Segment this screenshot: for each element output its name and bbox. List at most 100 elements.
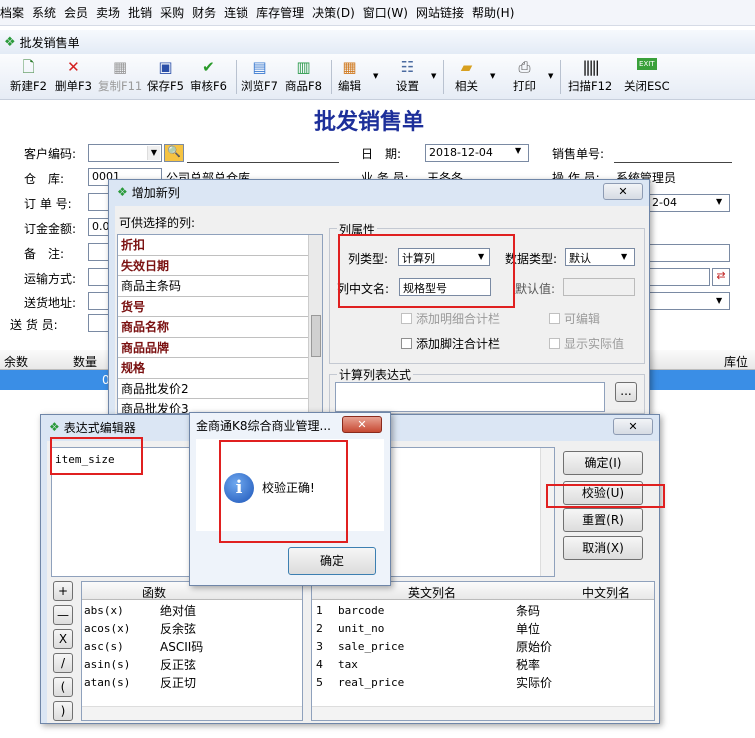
chevron-down-icon[interactable]: ▼ bbox=[716, 197, 722, 206]
chevron-down-icon[interactable]: ▼ bbox=[716, 296, 722, 305]
verify-button[interactable]: 校验(U) bbox=[563, 481, 643, 505]
add-column-title: 增加新列 bbox=[131, 185, 180, 200]
grid-col-qty[interactable]: 数量 bbox=[73, 353, 97, 370]
menu-purchase[interactable]: 采购 bbox=[160, 4, 184, 21]
print-dropdown-arrow[interactable]: ▼ bbox=[548, 72, 553, 80]
field-hscrollbar[interactable] bbox=[312, 706, 654, 720]
list-item[interactable]: 商品名称 bbox=[118, 317, 308, 338]
ok-button[interactable]: 确定(I) bbox=[563, 451, 643, 475]
chevron-down-icon[interactable]: ▼ bbox=[515, 146, 521, 155]
related-button[interactable]: ▰ 相关 bbox=[455, 58, 478, 96]
menu-help[interactable]: 帮助(H) bbox=[472, 4, 514, 21]
field-en-name: real_price bbox=[338, 676, 405, 689]
function-row[interactable]: asc(s) ASCII码 bbox=[84, 638, 284, 656]
customer-code-input[interactable]: ▼ bbox=[88, 144, 162, 162]
copy-button[interactable]: ▦ 复制F11 bbox=[98, 58, 142, 96]
function-row[interactable]: acos(x) 反余弦 bbox=[84, 620, 284, 638]
chk-editable[interactable]: 可编辑 bbox=[549, 310, 600, 327]
chevron-down-icon[interactable]: ▼ bbox=[621, 252, 627, 261]
field-cn-name: 单位 bbox=[516, 622, 541, 636]
list-item[interactable]: 失效日期 bbox=[118, 256, 308, 276]
product-button[interactable]: ▥ 商品F8 bbox=[285, 58, 322, 96]
field-en-name: barcode bbox=[338, 604, 385, 617]
field-row[interactable]: 4 tax 税率 bbox=[316, 656, 636, 674]
field-row[interactable]: 1 barcode 条码 bbox=[316, 602, 636, 620]
menu-window[interactable]: 窗口(W) bbox=[363, 4, 408, 21]
default-input[interactable] bbox=[563, 278, 635, 296]
operator-button[interactable]: + bbox=[53, 581, 73, 601]
operator-button[interactable]: / bbox=[53, 653, 73, 673]
right-field-2[interactable] bbox=[648, 268, 710, 286]
list-item[interactable]: 货号 bbox=[118, 297, 308, 317]
available-columns-list[interactable]: 折扣 失效日期 商品主条码 货号 商品名称 商品品牌 规格 商品批发价2 商品批发价3 bbox=[117, 234, 323, 414]
list-item[interactable]: 商品主条码 bbox=[118, 276, 308, 297]
menu-decision[interactable]: 决策(D) bbox=[312, 4, 355, 21]
operator-button[interactable]: ) bbox=[53, 701, 73, 721]
field-row[interactable]: 5 real_price 实际价 bbox=[316, 674, 636, 692]
close-button[interactable]: EXIT 关闭ESC bbox=[624, 58, 670, 96]
browse-button[interactable]: ▤ 浏览F7 bbox=[241, 58, 278, 96]
list-scrollbar[interactable] bbox=[308, 235, 322, 413]
menu-store[interactable]: 卖场 bbox=[96, 4, 120, 21]
grid-col-location[interactable]: 库位 bbox=[724, 353, 748, 370]
print-button[interactable]: ⎙ 打印 bbox=[513, 58, 536, 96]
customer-search-button[interactable]: 🔍 bbox=[164, 144, 184, 162]
menu-wholesale[interactable]: 批销 bbox=[128, 4, 152, 21]
field-list[interactable]: 英文列名 中文列名 1 barcode 条码 2 unit_no 单位 3 sale_pric… bbox=[311, 581, 655, 721]
chk-detail-total[interactable]: 添加明细合计栏 bbox=[401, 310, 500, 327]
edit-dropdown-arrow[interactable]: ▼ bbox=[373, 72, 378, 80]
new-button[interactable]: 🗋 新建F2 bbox=[10, 58, 47, 96]
menu-member[interactable]: 会员 bbox=[64, 4, 88, 21]
function-row[interactable]: abs(x) 绝对值 bbox=[84, 602, 284, 620]
reset-button[interactable]: 重置(R) bbox=[563, 508, 643, 532]
right-field-1[interactable] bbox=[648, 244, 730, 262]
list-item[interactable]: 折扣 bbox=[118, 235, 308, 256]
function-row[interactable]: atan(s) 反正切 bbox=[84, 674, 284, 692]
chevron-down-icon[interactable]: ▼ bbox=[478, 252, 484, 261]
grid-col-remainder[interactable]: 余数 bbox=[4, 353, 28, 370]
list-item[interactable]: 规格 bbox=[118, 358, 308, 379]
function-row[interactable]: asin(s) 反正弦 bbox=[84, 656, 284, 674]
audit-button[interactable]: ✔ 审核F6 bbox=[190, 58, 227, 96]
save-button[interactable]: ▣ 保存F5 bbox=[147, 58, 184, 96]
lookup-button[interactable]: ⇄ bbox=[712, 268, 730, 286]
cn-name-input[interactable]: 规格型号 bbox=[399, 278, 491, 296]
expr-input[interactable] bbox=[335, 382, 605, 412]
chk-footer-total[interactable]: 添加脚注合计栏 bbox=[401, 335, 500, 352]
close-icon[interactable]: ✕ bbox=[613, 418, 653, 435]
related-dropdown-arrow[interactable]: ▼ bbox=[490, 72, 495, 80]
settings-button[interactable]: ☷ 设置 bbox=[396, 58, 419, 96]
settings-dropdown-arrow[interactable]: ▼ bbox=[431, 72, 436, 80]
toolbar-separator bbox=[560, 60, 561, 94]
msgbox-ok-button[interactable]: 确定 bbox=[288, 547, 376, 575]
field-row[interactable]: 2 unit_no 单位 bbox=[316, 620, 636, 638]
delete-button[interactable]: ✕ 删单F3 bbox=[55, 58, 92, 96]
func-hscrollbar[interactable] bbox=[82, 706, 302, 720]
menu-archive[interactable]: 档案 bbox=[0, 4, 24, 21]
ellipsis-button[interactable]: ... bbox=[615, 382, 637, 402]
operator-button[interactable]: X bbox=[53, 629, 73, 649]
chk-show-actual[interactable]: 显示实际值 bbox=[549, 335, 624, 352]
chevron-down-icon[interactable]: ▼ bbox=[147, 146, 160, 160]
expr-scrollbar[interactable] bbox=[540, 448, 554, 576]
operator-button[interactable]: ( bbox=[53, 677, 73, 697]
add-column-body: 可供选择的列: 折扣 失效日期 商品主条码 货号 商品名称 商品品牌 规格 商品批发价2 商品批… bbox=[115, 206, 649, 416]
cancel-button[interactable]: 取消(X) bbox=[563, 536, 643, 560]
close-icon[interactable]: ✕ bbox=[342, 416, 382, 433]
list-item[interactable]: 商品批发价2 bbox=[118, 379, 308, 399]
function-list[interactable]: 函数 abs(x) 绝对值 acos(x) 反余弦 asc(s) ASCII码 asin(s… bbox=[81, 581, 303, 721]
close-icon[interactable]: ✕ bbox=[603, 183, 643, 200]
scrollbar-thumb[interactable] bbox=[311, 315, 321, 357]
menu-chain[interactable]: 连锁 bbox=[224, 4, 248, 21]
field-row[interactable]: 3 sale_price 原始价 bbox=[316, 638, 636, 656]
menu-finance[interactable]: 财务 bbox=[192, 4, 216, 21]
menu-system[interactable]: 系统 bbox=[32, 4, 56, 21]
menu-inventory[interactable]: 库存管理 bbox=[256, 4, 304, 21]
edit-button[interactable]: ▦ 编辑 bbox=[338, 58, 361, 96]
col-type-select[interactable]: 计算列 bbox=[398, 248, 490, 266]
operator-button[interactable]: — bbox=[53, 605, 73, 625]
list-item[interactable]: 商品品牌 bbox=[118, 338, 308, 358]
date-input[interactable]: 2018-12-04 bbox=[425, 144, 529, 162]
menu-web-links[interactable]: 网站链接 bbox=[416, 4, 464, 21]
scan-button[interactable]: ||||| 扫描F12 bbox=[568, 58, 612, 96]
